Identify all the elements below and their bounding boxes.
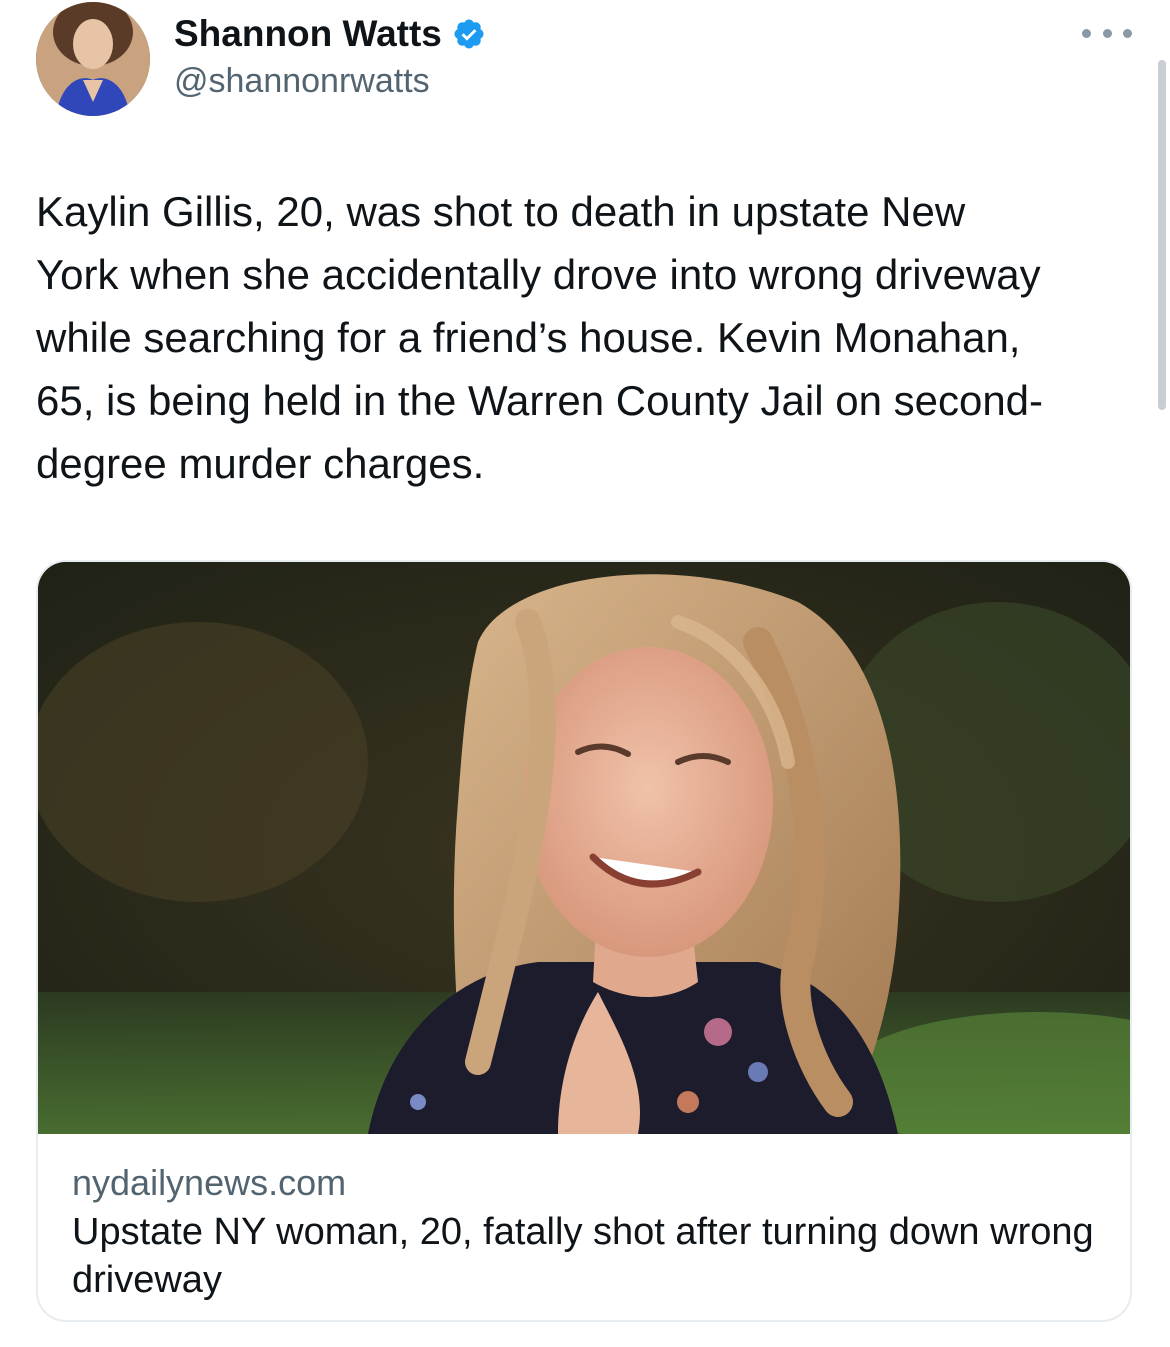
more-horizontal-icon-dot [1123,28,1132,38]
link-card-image[interactable] [38,562,1130,1134]
more-horizontal-icon [1082,28,1091,38]
scrollbar[interactable] [1158,60,1166,410]
tweet-text: Kaylin Gillis, 20, was shot to death in … [36,188,1044,487]
author-name[interactable]: Shannon Watts [174,12,486,56]
author-avatar[interactable] [36,2,150,116]
link-card[interactable]: nydailynews.com Upstate NY woman, 20, fa… [36,560,1132,1322]
author-display-name: Shannon Watts [174,13,442,54]
more-options-button[interactable] [1082,18,1132,48]
link-card-domain: nydailynews.com [72,1162,347,1203]
verified-badge-icon [454,19,484,49]
more-horizontal-icon-dot [1102,28,1112,38]
author-handle[interactable]: @shannonrwatts [174,60,430,102]
article-photo-icon [38,562,1130,1134]
link-card-title[interactable]: Upstate NY woman, 20, fatally shot after… [72,1208,1102,1304]
avatar-photo-icon [36,2,150,116]
